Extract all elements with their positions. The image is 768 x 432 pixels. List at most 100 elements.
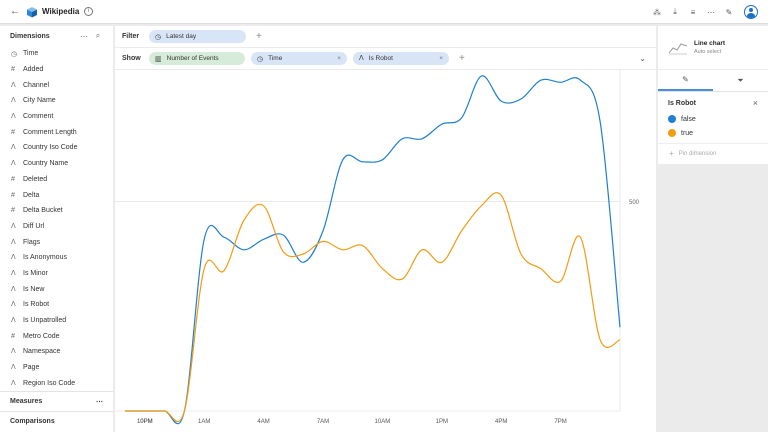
close-icon[interactable]: × <box>753 98 758 108</box>
search-icon[interactable]: ⌕ <box>91 31 105 41</box>
dimension-item[interactable]: Λ Channel <box>0 77 113 93</box>
dimension-item[interactable]: Λ Is Minor <box>0 266 113 282</box>
dimension-label: Page <box>23 364 40 372</box>
dimension-label: Is Anonymous <box>23 254 67 262</box>
legend-label: false <box>681 115 696 123</box>
string-icon: Λ <box>11 301 16 309</box>
top-bar: ← Wikipedia i ⁂ ⤓ ≡ ⋯ ✎ <box>0 0 768 24</box>
filter-label: Filter <box>122 33 140 40</box>
measures-section[interactable]: Measures ⋯ <box>0 391 113 411</box>
string-icon: Λ <box>11 222 16 230</box>
string-icon: Λ <box>11 113 16 121</box>
avatar[interactable] <box>744 5 758 19</box>
dimension-item[interactable]: Λ Is Anonymous <box>0 250 113 266</box>
dimension-item[interactable]: Λ Namespace <box>0 344 113 360</box>
chart-area: 500 10PM 1AM 4AM 7AM 10AM 1PM 4PM 7PM 10PM <box>115 70 656 432</box>
cube-icon <box>27 6 37 17</box>
comparisons-section[interactable]: Comparisons <box>0 411 113 431</box>
measures-title: Measures <box>10 398 43 406</box>
dimension-label: Added <box>23 66 44 74</box>
panel-tabs: ✎ ⏷ <box>658 70 768 92</box>
left-panel: Dimensions ⋯ ⌕ ◷ Time # Added Λ Channel Λ City … <box>0 26 113 432</box>
x-tick-label: 4AM <box>257 419 269 425</box>
number-icon: # <box>11 66 15 74</box>
more-icon[interactable]: ⋯ <box>702 8 720 17</box>
split-pill-time[interactable]: ◷ Time × <box>251 52 347 65</box>
string-icon: Λ <box>11 97 16 105</box>
dimension-item[interactable]: Λ Country Name <box>0 156 113 172</box>
legend-swatch <box>668 129 676 137</box>
number-icon: # <box>11 175 15 183</box>
dimension-item[interactable]: Λ Country Iso Code <box>0 140 113 156</box>
dimension-label: Country Iso Code <box>23 144 78 152</box>
tab-settings[interactable]: ⏷ <box>713 70 768 91</box>
hierarchy-icon[interactable]: ⁂ <box>648 8 666 17</box>
app-title: Wikipedia <box>42 7 80 16</box>
legend-item[interactable]: true <box>658 126 768 140</box>
dimension-label: Metro Code <box>23 332 60 340</box>
dimension-item[interactable]: # Deleted <box>0 172 113 188</box>
close-icon[interactable]: × <box>439 55 443 62</box>
line-chart: 50010PM 1AM 4AM 7AM 10AM 1PM 4PM 7PM10PM <box>115 70 640 425</box>
add-split-button[interactable]: + <box>459 53 465 64</box>
dimension-item[interactable]: # Delta <box>0 187 113 203</box>
filter-pill[interactable]: ◷ Latest day <box>149 30 246 43</box>
dimension-label: Comment <box>23 113 54 121</box>
dimension-item[interactable]: # Delta Bucket <box>0 203 113 219</box>
dimension-item[interactable]: Λ Diff Url <box>0 219 113 235</box>
dimension-item[interactable]: # Metro Code <box>0 328 113 344</box>
edit-icon[interactable]: ✎ <box>720 8 738 17</box>
dimension-item[interactable]: ◷ Time <box>0 46 113 62</box>
more-icon[interactable]: ⋯ <box>77 32 91 41</box>
comparisons-title: Comparisons <box>10 418 55 426</box>
show-label: Show <box>122 55 141 62</box>
dimension-label: Namespace <box>23 348 61 356</box>
arrow-left-icon[interactable]: ← <box>10 6 20 17</box>
pin-dimension-label: Pin dimension <box>678 150 717 157</box>
dimension-item[interactable]: # Added <box>0 62 113 78</box>
viz-title: Line chart <box>694 40 726 47</box>
dimension-item[interactable]: Λ Page <box>0 360 113 376</box>
split-pill-label: Is Robot <box>368 55 393 62</box>
dimension-item[interactable]: Λ Is Robot <box>0 297 113 313</box>
dimension-label: Delta Bucket <box>23 207 63 215</box>
dimension-label: Comment Length <box>23 128 77 136</box>
x-tick-label: 10AM <box>375 419 391 425</box>
tab-pin[interactable]: ✎ <box>658 70 713 91</box>
legend-panel: ✎ ⏷ Is Robot × false true + Pin dimension <box>658 70 768 164</box>
dimension-label: City Name <box>23 97 56 105</box>
dimension-item[interactable]: Λ Is New <box>0 281 113 297</box>
dimension-label: Deleted <box>23 175 48 183</box>
more-icon[interactable]: ⋯ <box>96 398 103 406</box>
dimension-label: Region Iso Code <box>23 379 76 387</box>
legend-item[interactable]: false <box>658 112 768 126</box>
dimension-item[interactable]: Λ City Name <box>0 93 113 109</box>
dimension-item[interactable]: Λ Is Unpatrolled <box>0 313 113 329</box>
dimension-item[interactable]: Λ Comment <box>0 109 113 125</box>
pin-icon: ✎ <box>682 75 689 84</box>
dimension-item[interactable]: Λ Region Iso Code <box>0 375 113 391</box>
add-filter-button[interactable]: + <box>256 31 262 42</box>
series-line-false <box>124 75 621 425</box>
viz-selector[interactable]: Line chart Auto select <box>658 26 768 69</box>
download-icon[interactable]: ⤓ <box>666 7 684 17</box>
clock-icon: ◷ <box>155 33 162 41</box>
number-icon: # <box>11 128 15 136</box>
line-chart-icon <box>668 42 688 54</box>
split-pill-is-robot[interactable]: Λ Is Robot × <box>353 52 449 65</box>
pin-dimension-button[interactable]: + Pin dimension <box>658 143 768 163</box>
number-icon: # <box>11 191 15 199</box>
chevron-down-icon[interactable]: ⌄ <box>639 54 646 63</box>
dimension-item[interactable]: # Comment Length <box>0 124 113 140</box>
top-actions: ⁂ ⤓ ≡ ⋯ ✎ <box>648 0 768 24</box>
plus-icon: + <box>669 149 674 158</box>
string-icon: Λ <box>11 364 16 372</box>
close-icon[interactable]: × <box>337 55 341 62</box>
measure-pill[interactable]: ▥ Number of Events <box>149 52 245 65</box>
layers-icon[interactable]: ≡ <box>684 8 702 17</box>
string-icon: Λ <box>11 81 16 89</box>
dimension-item[interactable]: Λ Flags <box>0 234 113 250</box>
info-icon[interactable]: i <box>84 7 94 16</box>
time-icon: ◷ <box>11 50 18 58</box>
number-icon: # <box>11 332 15 340</box>
